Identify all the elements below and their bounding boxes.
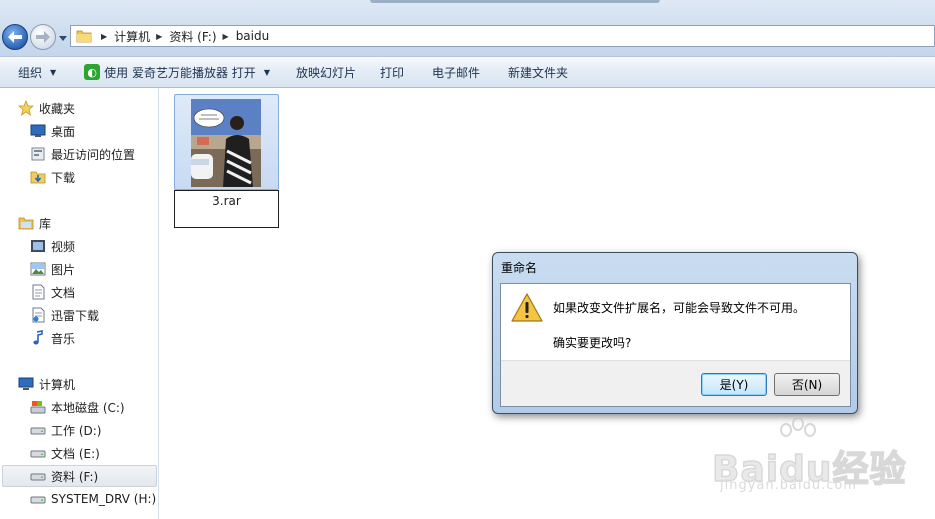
command-bar: 组织 ▼ ◐ 使用 爱奇艺万能播放器 打开 ▼ 放映幻灯片 打印 电子邮件 新建… <box>0 56 935 88</box>
sidebar-item-label: 桌面 <box>51 124 76 139</box>
dialog-message: 如果改变文件扩展名，可能会导致文件不可用。 <box>553 301 806 315</box>
sidebar-item-label: SYSTEM_DRV (H:) <box>51 492 157 506</box>
open-with-label: 使用 爱奇艺万能播放器 打开 <box>104 65 256 80</box>
breadcrumb-drive-f[interactable]: 资料 (F:) <box>169 28 216 45</box>
print-button[interactable]: 打印 <box>374 60 410 84</box>
dialog-body: 如果改变文件扩展名，可能会导致文件不可用。 确实要更改吗? 是(Y) 否(N) <box>500 283 851 407</box>
picture-library-icon <box>30 261 46 277</box>
yes-button[interactable]: 是(Y) <box>701 373 767 396</box>
sidebar-item-drive-h[interactable]: SYSTEM_DRV (H:) <box>30 488 156 510</box>
photo-thumbnail-icon <box>191 99 261 187</box>
navigation-bar: ▶ 计算机 ▶ 资料 (F:) ▶ baidu <box>0 0 935 56</box>
sidebar-item-documents[interactable]: 文档 <box>30 281 75 303</box>
breadcrumb-arrow-icon[interactable]: ▶ <box>223 32 229 41</box>
sidebar-item-drive-f[interactable]: 资料 (F:) <box>2 465 157 487</box>
breadcrumb-arrow-icon[interactable]: ▶ <box>156 32 162 41</box>
baidu-jingyan-watermark: Baidu经验 jingyan.baidu.com <box>711 418 927 498</box>
chevron-down-icon[interactable]: ▼ <box>264 68 270 77</box>
file-name: 3.rar <box>212 194 241 208</box>
arrow-left-icon <box>8 31 22 43</box>
sidebar-item-videos[interactable]: 视频 <box>30 235 75 257</box>
sidebar-header-label: 库 <box>39 216 52 231</box>
sidebar-header-favorites[interactable]: 收藏夹 <box>18 97 75 119</box>
no-button[interactable]: 否(N) <box>774 373 840 396</box>
breadcrumb-computer[interactable]: 计算机 <box>114 28 150 45</box>
address-box[interactable]: ▶ 计算机 ▶ 资料 (F:) ▶ baidu <box>70 25 935 47</box>
watermark-url: jingyan.baidu.com <box>720 478 857 493</box>
dialog-title: 重命名 <box>501 261 538 275</box>
star-icon <box>18 100 34 116</box>
drive-icon <box>30 445 46 461</box>
computer-icon <box>18 376 34 392</box>
sidebar-item-label: 迅雷下载 <box>51 308 100 323</box>
sidebar-item-label: 音乐 <box>51 331 76 346</box>
sidebar-item-label: 视频 <box>51 239 76 254</box>
breadcrumb-arrow-icon[interactable]: ▶ <box>101 32 107 41</box>
recent-places-icon <box>30 146 46 162</box>
recent-pages-dropdown[interactable] <box>58 33 68 43</box>
back-button[interactable] <box>2 24 28 50</box>
open-with-button[interactable]: ◐ 使用 爱奇艺万能播放器 打开 ▼ <box>78 60 276 84</box>
rename-dialog: 重命名 如果改变文件扩展名，可能会导致文件不可用。 确实要更改吗? 是(Y) 否… <box>492 252 858 414</box>
sidebar-item-music[interactable]: 音乐 <box>30 327 75 349</box>
document-library-icon <box>30 284 46 300</box>
sidebar-item-pictures[interactable]: 图片 <box>30 258 75 280</box>
file-item[interactable]: 3.rar <box>174 94 279 228</box>
music-note-icon <box>30 330 46 346</box>
thunder-download-icon <box>30 307 46 323</box>
sidebar-item-downloads[interactable]: 下载 <box>30 166 75 188</box>
file-thumbnail[interactable] <box>191 99 261 187</box>
sidebar-header-computer[interactable]: 计算机 <box>18 373 75 395</box>
sidebar-item-label: 工作 (D:) <box>51 423 102 438</box>
window-top-shade <box>370 0 660 3</box>
sidebar-item-label: 资料 (F:) <box>51 469 99 484</box>
sidebar-item-label: 图片 <box>51 262 76 277</box>
sidebar-item-drive-d[interactable]: 工作 (D:) <box>30 419 101 441</box>
breadcrumb-baidu[interactable]: baidu <box>236 29 270 43</box>
desktop-icon <box>30 123 46 139</box>
organize-menu[interactable]: 组织 ▼ <box>12 60 62 84</box>
sidebar-item-drive-c[interactable]: 本地磁盘 (C:) <box>30 396 125 418</box>
folder-icon <box>73 26 95 46</box>
slideshow-button[interactable]: 放映幻灯片 <box>290 60 362 84</box>
forward-button[interactable] <box>30 24 56 50</box>
drive-icon <box>30 468 46 484</box>
sidebar-item-label: 文档 <box>51 285 76 300</box>
slideshow-label: 放映幻灯片 <box>295 65 356 80</box>
library-icon <box>18 215 34 231</box>
sidebar-header-label: 收藏夹 <box>39 101 76 116</box>
sidebar-item-label: 下载 <box>51 170 76 185</box>
sidebar-item-label: 本地磁盘 (C:) <box>51 400 125 415</box>
organize-label: 组织 <box>18 65 43 80</box>
rename-textbox[interactable]: 3.rar <box>174 190 279 228</box>
dialog-question: 确实要更改吗? <box>553 336 632 350</box>
sidebar-item-desktop[interactable]: 桌面 <box>30 120 75 142</box>
drive-icon <box>30 422 46 438</box>
system-drive-icon <box>30 399 46 415</box>
sidebar-item-label: 最近访问的位置 <box>51 147 136 162</box>
chevron-down-icon: ▼ <box>50 67 57 77</box>
sidebar-item-drive-e[interactable]: 文档 (E:) <box>30 442 100 464</box>
chevron-down-icon <box>59 35 67 41</box>
navigation-pane: 收藏夹 桌面 最近访问的位置 下载 库 视频 图片 文档 迅雷下载 音乐 计算机… <box>0 88 159 519</box>
sidebar-header-libraries[interactable]: 库 <box>18 212 51 234</box>
sidebar-item-thunder-downloads[interactable]: 迅雷下载 <box>30 304 99 326</box>
dialog-button-bar: 是(Y) 否(N) <box>501 360 850 406</box>
video-library-icon <box>30 238 46 254</box>
new-folder-button[interactable]: 新建文件夹 <box>502 60 574 84</box>
sidebar-item-label: 文档 (E:) <box>51 446 100 461</box>
email-button[interactable]: 电子邮件 <box>426 60 486 84</box>
print-label: 打印 <box>379 65 404 80</box>
downloads-folder-icon <box>30 169 46 185</box>
warning-icon <box>511 292 543 324</box>
sidebar-header-label: 计算机 <box>39 377 76 392</box>
sidebar-item-recent-places[interactable]: 最近访问的位置 <box>30 143 135 165</box>
email-label: 电子邮件 <box>432 65 481 80</box>
new-folder-label: 新建文件夹 <box>508 65 569 80</box>
iqiyi-player-icon: ◐ <box>84 64 101 80</box>
arrow-right-icon <box>36 31 50 43</box>
drive-icon <box>30 491 46 507</box>
